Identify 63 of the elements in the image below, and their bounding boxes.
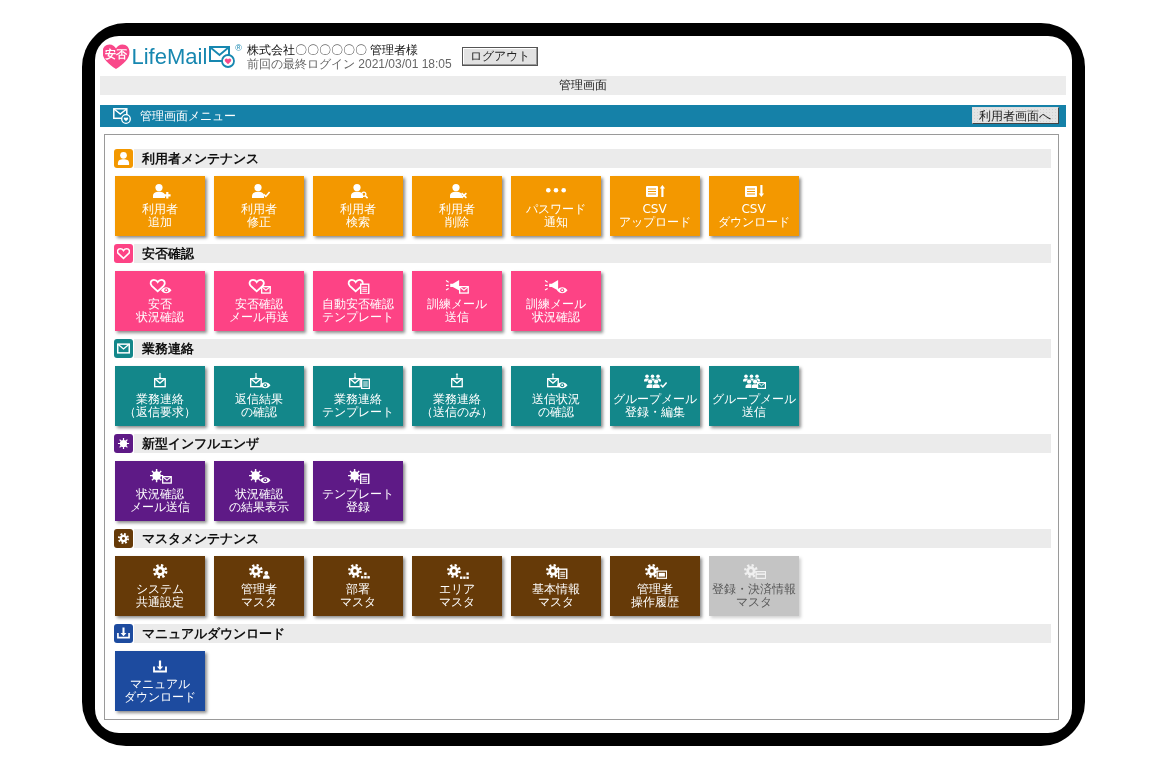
menu-title: 管理画面メニュー bbox=[139, 108, 236, 123]
megaphone-eye-icon bbox=[543, 277, 568, 294]
menu-tile[interactable]: 利用者 削除 bbox=[411, 175, 502, 236]
virus-eye-icon bbox=[246, 467, 271, 484]
envelope-icon bbox=[112, 107, 131, 124]
menu-tile[interactable]: テンプレート 登録 bbox=[312, 460, 403, 521]
logo-text: LifeMail bbox=[131, 44, 208, 69]
menu-tile[interactable]: 安否確認 メール再送 bbox=[213, 270, 304, 331]
gear-document-icon bbox=[543, 562, 568, 579]
heart-eye-icon bbox=[147, 277, 172, 294]
section-title: 業務連絡 bbox=[141, 340, 194, 356]
menu-tile[interactable]: 基本情報 マスタ bbox=[510, 555, 601, 616]
logout-button[interactable]: ログアウト bbox=[461, 47, 538, 66]
menu-tile[interactable]: CSV ダウンロード bbox=[708, 175, 799, 236]
menu-tile[interactable]: 業務連絡 テンプレート bbox=[312, 365, 403, 426]
section-title: 安否確認 bbox=[141, 245, 194, 261]
menu-tile[interactable]: システム 共通設定 bbox=[114, 555, 205, 616]
menu-tile[interactable]: マニュアル ダウンロード bbox=[114, 650, 205, 711]
menu-tile[interactable]: 返信結果 の確認 bbox=[213, 365, 304, 426]
menu-tile[interactable]: 状況確認 の結果表示 bbox=[213, 460, 304, 521]
dots-icon bbox=[545, 188, 566, 193]
last-login-text: 前回の最終ログイン 2021/03/01 18:05 bbox=[246, 56, 452, 71]
menu-tile[interactable]: CSV アップロード bbox=[609, 175, 700, 236]
menu-tile[interactable]: エリア マスタ bbox=[411, 555, 502, 616]
section-title: 新型インフルエンザ bbox=[141, 435, 259, 451]
virus-envelope-icon bbox=[147, 467, 172, 484]
menu-tile[interactable]: 利用者 検索 bbox=[312, 175, 403, 236]
megaphone-envelope-icon bbox=[444, 277, 469, 294]
menu-tile[interactable]: 状況確認 メール送信 bbox=[114, 460, 205, 521]
envelope-heart-icon bbox=[209, 45, 236, 68]
gear-card-icon bbox=[741, 562, 766, 579]
user-screen-button[interactable]: 利用者画面へ bbox=[971, 107, 1059, 124]
menu-tile[interactable]: 送信状況 の確認 bbox=[510, 365, 601, 426]
menu-tile[interactable]: 業務連絡 （送信のみ） bbox=[411, 365, 502, 426]
menu-tile[interactable]: 管理者 操作履歴 bbox=[609, 555, 700, 616]
people-envelope-icon bbox=[741, 372, 766, 389]
gear-person-icon bbox=[246, 562, 271, 579]
menu-tile[interactable]: グループメール 登録・編集 bbox=[609, 365, 700, 426]
menu-tile[interactable]: パスワード 通知 bbox=[510, 175, 601, 236]
menu-tile[interactable]: 管理者 マスタ bbox=[213, 555, 304, 616]
menu-tile[interactable]: 業務連絡 （返信要求） bbox=[114, 365, 205, 426]
menu-tile[interactable]: 部署 マスタ bbox=[312, 555, 403, 616]
menu-tile[interactable]: 訓練メール 送信 bbox=[411, 270, 502, 331]
menu-tile[interactable]: 訓練メール 状況確認 bbox=[510, 270, 601, 331]
menu-tile[interactable]: 利用者 修正 bbox=[213, 175, 304, 236]
heart-envelope-icon bbox=[246, 277, 271, 294]
virus-document-icon bbox=[345, 467, 370, 484]
registered-mark: ® bbox=[235, 43, 242, 53]
company-name: 株式会社〇〇〇〇〇〇 管理者様 bbox=[246, 42, 420, 57]
menu-tile[interactable]: グループメール 送信 bbox=[708, 365, 799, 426]
gear-screen-icon bbox=[642, 562, 667, 579]
menu-tile[interactable]: 安否 状況確認 bbox=[114, 270, 205, 331]
logo-badge: 安否 bbox=[102, 44, 130, 69]
page-title: 管理画面 bbox=[558, 78, 607, 92]
section-title: 利用者メンテナンス bbox=[141, 150, 259, 166]
section-title: マニュアルダウンロード bbox=[141, 625, 285, 641]
section-title: マスタメンテナンス bbox=[141, 530, 259, 546]
people-check-icon bbox=[642, 372, 667, 389]
heart-document-icon bbox=[345, 277, 370, 294]
gear-squares-icon bbox=[444, 562, 469, 579]
gear-blocks-icon bbox=[345, 562, 370, 579]
menu-tile[interactable]: 利用者 追加 bbox=[114, 175, 205, 236]
menu-tile[interactable]: 自動安否確認 テンプレート bbox=[312, 270, 403, 331]
